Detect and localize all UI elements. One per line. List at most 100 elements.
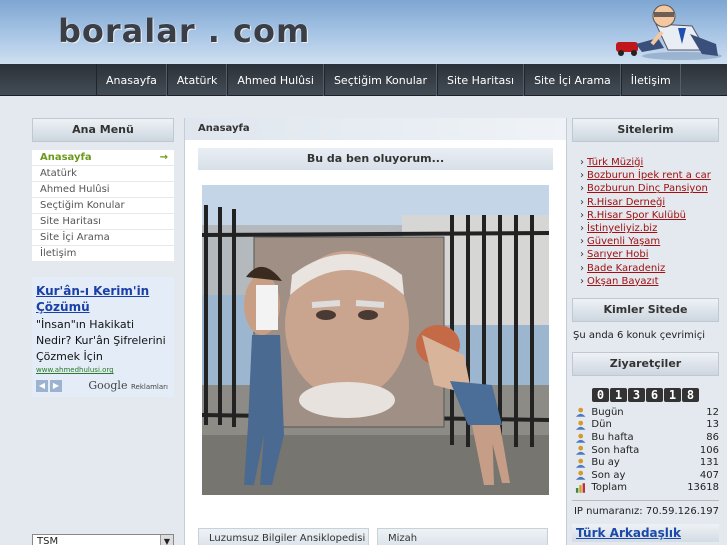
google-ads-label[interactable]: Google Reklamları xyxy=(88,379,168,392)
list-item: › Türk Müziği xyxy=(580,156,719,169)
site-link[interactable]: Okşan Bayazıt xyxy=(587,276,659,287)
list-item: › Sarıyer Hobi xyxy=(580,248,719,261)
bullet-icon: › xyxy=(580,170,584,182)
module-luzumsuz-bilgiler[interactable]: Luzumsuz Bilgiler Ansiklopedisi xyxy=(198,528,369,545)
google-logo-text: Google xyxy=(88,379,128,392)
ad-navigation: ◀ ▶ xyxy=(36,380,62,392)
menu-item-ahmed-hulusi[interactable]: Ahmed Hulûsi xyxy=(32,182,174,198)
user-icon xyxy=(575,458,586,468)
stat-value: 106 xyxy=(699,444,719,456)
counter-digit: 1 xyxy=(610,388,627,403)
stat-label: Dün xyxy=(591,419,612,431)
chevron-down-icon[interactable]: ▼ xyxy=(160,535,173,545)
nav-ataturk[interactable]: Atatürk xyxy=(166,64,228,96)
page-body: Ana Menü Anasayfa → Atatürk Ahmed Hulûsi … xyxy=(0,96,727,545)
menu-item-anasayfa[interactable]: Anasayfa → xyxy=(32,150,174,166)
menu-item-ataturk[interactable]: Atatürk xyxy=(32,166,174,182)
arrow-right-icon: → xyxy=(159,152,168,163)
site-link[interactable]: İstinyeliyiz.biz xyxy=(587,223,657,234)
stat-label: Toplam xyxy=(591,482,627,494)
counter-digit: 0 xyxy=(592,388,609,403)
nav-site-haritasi[interactable]: Site Haritası xyxy=(437,64,525,96)
main-content: Anasayfa Bu da ben oluyorum... Luzumsuz … xyxy=(184,118,566,545)
site-link[interactable]: Sarıyer Hobi xyxy=(587,249,649,260)
visitors-title: Ziyaretçiler xyxy=(572,352,719,377)
site-header: boralar . com xyxy=(0,0,727,64)
site-link[interactable]: Türk Müziği xyxy=(587,157,643,168)
menu-item-iletisim[interactable]: İletişim xyxy=(32,246,174,262)
stat-value: 13618 xyxy=(687,482,719,494)
stat-value: 12 xyxy=(706,406,719,418)
sites-title: Sitelerim xyxy=(572,118,719,142)
stat-row: Son hafta 106 xyxy=(575,444,719,457)
friend-site-link[interactable]: Türk Arkadaşlık Sitesi xyxy=(572,524,719,545)
stat-label: Bu ay xyxy=(591,457,620,469)
stat-label: Son ay xyxy=(591,469,626,481)
user-icon xyxy=(575,420,586,430)
stat-row: Bu ay 131 xyxy=(575,456,719,469)
site-link[interactable]: Bozburun İpek rent a car xyxy=(587,170,711,181)
left-sidebar: Ana Menü Anasayfa → Atatürk Ahmed Hulûsi … xyxy=(32,118,174,397)
list-item: › Bozburun İpek rent a car xyxy=(580,169,719,182)
menu-item-site-haritasi[interactable]: Site Haritası xyxy=(32,214,174,230)
site-link[interactable]: Bozburun Dinç Pansiyon xyxy=(587,183,708,194)
ad-footer: ◀ ▶ Google Reklamları xyxy=(36,379,170,393)
menu-item-label: Anasayfa xyxy=(40,152,92,163)
site-link[interactable]: R.Hisar Derneği xyxy=(587,197,665,208)
online-count-text: Şu anda 6 konuk çevrimiçi xyxy=(573,330,705,342)
ad-title-link[interactable]: Kur'ân-ı Kerim'in Çözümü xyxy=(36,283,170,315)
stat-row: Toplam 13618 xyxy=(575,482,719,495)
stat-value: 131 xyxy=(699,457,719,469)
ads-label: Reklamları xyxy=(130,383,168,391)
main-menu: Anasayfa → Atatürk Ahmed Hulûsi Seçtiğim … xyxy=(32,150,174,262)
site-link[interactable]: Bade Karadeniz xyxy=(587,263,665,274)
column-divider xyxy=(184,118,185,545)
ad-prev-icon[interactable]: ◀ xyxy=(36,380,48,392)
nav-sectigim-konular[interactable]: Seçtiğim Konular xyxy=(323,64,438,96)
nav-ahmed-hulusi[interactable]: Ahmed Hulûsi xyxy=(227,64,324,96)
counter-digit: 3 xyxy=(628,388,645,403)
bullet-icon: › xyxy=(580,196,584,208)
select-value: TSM xyxy=(37,536,59,545)
bullet-icon: › xyxy=(580,183,584,195)
article-photo xyxy=(202,185,549,495)
stat-value: 407 xyxy=(699,469,719,481)
ad-text: "İnsan"ın Hakikati Nedir? Kur'ân Şifrele… xyxy=(36,318,166,363)
main-navigation: Anasayfa Atatürk Ahmed Hulûsi Seçtiğim K… xyxy=(0,64,727,96)
counter-digit: 8 xyxy=(682,388,699,403)
who-online-title: Kimler Sitede xyxy=(572,298,719,323)
site-link[interactable]: R.Hisar Spor Kulübü xyxy=(587,210,686,221)
bullet-icon: › xyxy=(580,275,584,287)
list-item: › Okşan Bayazıt xyxy=(580,275,719,288)
nav-iletisim[interactable]: İletişim xyxy=(620,64,681,96)
category-select[interactable]: TSM ▼ xyxy=(32,534,174,545)
nav-anasayfa[interactable]: Anasayfa xyxy=(96,64,167,96)
counter-digit: 1 xyxy=(664,388,681,403)
stat-label: Son hafta xyxy=(591,444,640,456)
site-link[interactable]: Güvenli Yaşam xyxy=(587,236,660,247)
list-item: › Bozburun Dinç Pansiyon xyxy=(580,182,719,195)
bullet-icon: › xyxy=(580,236,584,248)
bullet-icon: › xyxy=(580,209,584,221)
list-item: › Bade Karadeniz xyxy=(580,262,719,275)
main-menu-title: Ana Menü xyxy=(32,118,174,142)
ad-next-icon[interactable]: ▶ xyxy=(50,380,62,392)
user-icon xyxy=(575,445,586,455)
stat-row: Bu hafta 86 xyxy=(575,431,719,444)
breadcrumb: Anasayfa xyxy=(184,118,566,140)
mascot-illustration xyxy=(616,4,722,60)
menu-item-site-ici-arama[interactable]: Site İçi Arama xyxy=(32,230,174,246)
article: Bu da ben oluyorum... xyxy=(198,148,553,495)
bullet-icon: › xyxy=(580,249,584,261)
ad-url-link[interactable]: www.ahmedhulusi.org xyxy=(36,366,170,374)
menu-item-sectigim-konular[interactable]: Seçtiğim Konular xyxy=(32,198,174,214)
site-logo[interactable]: boralar . com xyxy=(58,12,310,50)
user-icon xyxy=(575,408,586,418)
module-mizah[interactable]: Mizah xyxy=(377,528,548,545)
nav-site-ici-arama[interactable]: Site İçi Arama xyxy=(524,64,621,96)
bullet-icon: › xyxy=(580,157,584,168)
right-sidebar: Sitelerim › Türk Müziği › Bozburun İpek re… xyxy=(572,118,719,545)
visitor-stats: Bugün 12 Dün 13 Bu hafta 86 Son hafta 106 Bu… xyxy=(572,406,719,494)
stat-label: Bugün xyxy=(591,406,624,418)
google-ad-box: Kur'ân-ı Kerim'in Çözümü "İnsan"ın Hakik… xyxy=(32,277,174,397)
